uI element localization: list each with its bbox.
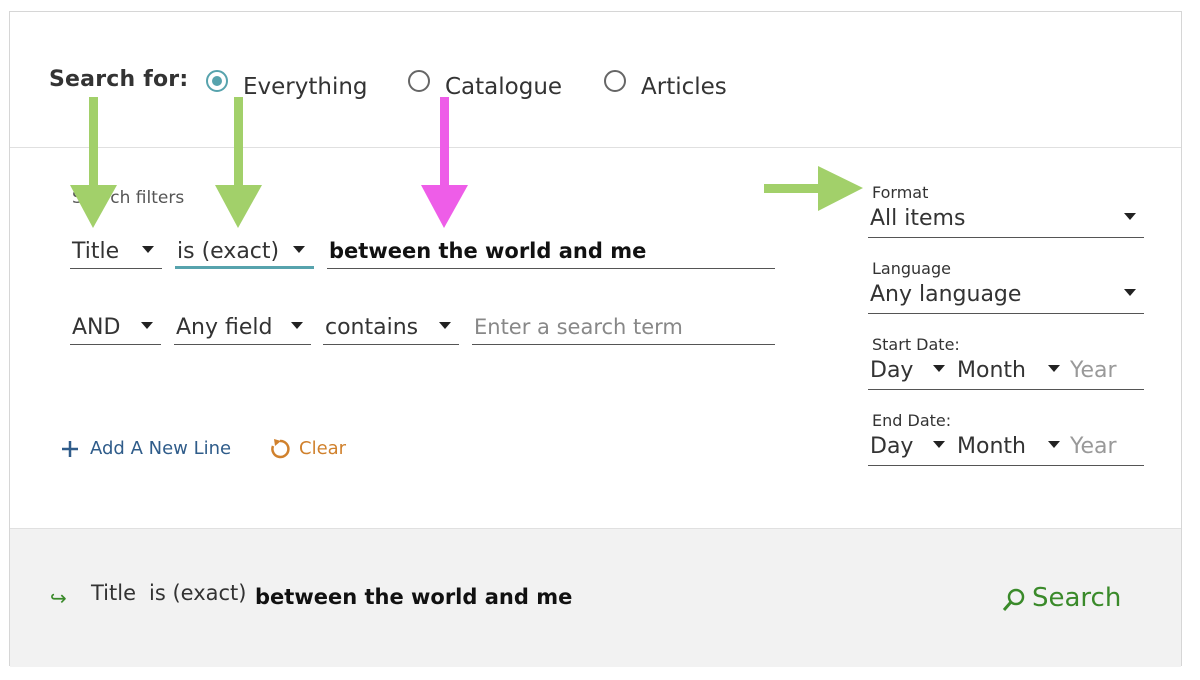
green-arrow-right-format xyxy=(764,166,863,211)
magenta-arrow-down-term xyxy=(421,97,468,228)
green-arrow-down-field xyxy=(70,97,117,228)
annotation-arrows xyxy=(70,97,863,228)
green-arrow-down-operator xyxy=(215,97,262,228)
